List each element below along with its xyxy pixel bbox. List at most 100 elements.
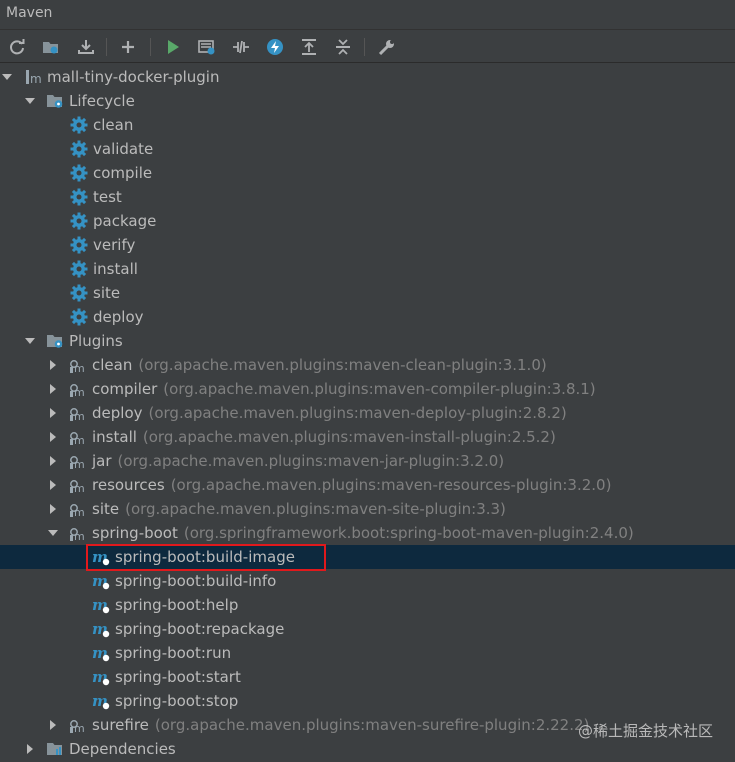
toggle-offline-icon[interactable] [230, 36, 252, 58]
tree-node-name: spring-boot:start [115, 668, 241, 686]
plugin-icon: m [69, 476, 87, 494]
expand-arrow-down-icon[interactable] [25, 96, 35, 106]
lifecycle-phase-clean[interactable]: clean [0, 113, 735, 137]
tree-node-label: Plugins [69, 332, 123, 350]
tree-node-name: clean [93, 116, 134, 134]
goal-spring-boot-repackage[interactable]: m spring-boot:repackage [0, 617, 735, 641]
plugin-spring-boot[interactable]: m spring-boot (org.springframework.boot:sp… [0, 521, 735, 545]
lifecycle-phase-install[interactable]: install [0, 257, 735, 281]
goal-spring-boot-help[interactable]: m spring-boot:help [0, 593, 735, 617]
goal-spring-boot-stop[interactable]: m spring-boot:stop [0, 689, 735, 713]
expand-arrow-right-icon[interactable] [48, 456, 58, 466]
lifecycle-phase-site[interactable]: site [0, 281, 735, 305]
tree-node-name: deploy [93, 308, 144, 326]
maven-goal-icon: m [92, 668, 110, 686]
tree-node-label: spring-boot:build-image [115, 548, 295, 566]
maven-goal-icon: m [92, 572, 110, 590]
expand-arrow-right-icon[interactable] [25, 744, 35, 754]
settings-wrench-icon[interactable] [376, 36, 398, 58]
reload-icon[interactable] [6, 36, 28, 58]
tree-node-lifecycle[interactable]: Lifecycle [0, 89, 735, 113]
tree-node-name: spring-boot [92, 524, 178, 542]
svg-text:m: m [30, 72, 42, 86]
expand-arrow-right-icon[interactable] [48, 504, 58, 514]
expand-arrow-right-icon[interactable] [48, 384, 58, 394]
tree-node-label: site (org.apache.maven.plugins:maven-site… [92, 500, 506, 518]
plugin-install[interactable]: m install (org.apache.maven.plugins:maven-… [0, 425, 735, 449]
plugin-deploy[interactable]: m deploy (org.apache.maven.plugins:maven-d… [0, 401, 735, 425]
lifecycle-phase-test[interactable]: test [0, 185, 735, 209]
toolbar-separator [106, 38, 107, 56]
goal-spring-boot-build-info[interactable]: m spring-boot:build-info [0, 569, 735, 593]
plugin-clean[interactable]: m clean (org.apache.maven.plugins:maven-cl… [0, 353, 735, 377]
add-icon[interactable] [117, 36, 139, 58]
goal-spring-boot-start[interactable]: m spring-boot:start [0, 665, 735, 689]
tree-node-project[interactable]: m mall-tiny-docker-plugin [0, 65, 735, 89]
skip-tests-icon[interactable] [264, 36, 286, 58]
expand-arrow-down-icon[interactable] [48, 528, 58, 538]
execute-goal-icon[interactable] [196, 36, 218, 58]
tree-node-label: spring-boot:stop [115, 692, 238, 710]
tree-node-label: spring-boot:start [115, 668, 241, 686]
download-icon[interactable] [75, 36, 97, 58]
tree-node-label: install (org.apache.maven.plugins:maven-i… [92, 428, 556, 446]
gear-icon [70, 188, 88, 206]
tree-node-label: spring-boot:build-info [115, 572, 276, 590]
folder-generate-icon[interactable] [40, 36, 62, 58]
gear-icon [70, 260, 88, 278]
svg-text:m: m [74, 722, 85, 734]
tree-node-label: spring-boot:help [115, 596, 238, 614]
expand-arrow-right-icon[interactable] [48, 360, 58, 370]
plugin-icon: m [69, 428, 87, 446]
maven-goal-icon: m [92, 644, 110, 662]
tree-node-plugins[interactable]: Plugins [0, 329, 735, 353]
tree-node-name: Plugins [69, 332, 123, 350]
tree-node-label: test [93, 188, 122, 206]
tree-node-name: compile [93, 164, 153, 182]
plugin-jar[interactable]: m jar (org.apache.maven.plugins:maven-jar-… [0, 449, 735, 473]
tree-node-name: site [92, 500, 120, 518]
lifecycle-phase-verify[interactable]: verify [0, 233, 735, 257]
plugin-icon: m [69, 356, 87, 374]
tree-node-label: site [93, 284, 120, 302]
expand-arrow-right-icon[interactable] [48, 432, 58, 442]
goal-spring-boot-build-image[interactable]: m spring-boot:build-image [0, 545, 735, 569]
lifecycle-phase-package[interactable]: package [0, 209, 735, 233]
svg-text:m: m [74, 386, 85, 398]
expand-arrow-right-icon[interactable] [48, 720, 58, 730]
tree-node-name: package [93, 212, 157, 230]
tree-node-name: Lifecycle [69, 92, 135, 110]
maven-goal-icon: m [92, 692, 110, 710]
show-dependencies-icon[interactable] [298, 36, 320, 58]
tree-node-label: clean (org.apache.maven.plugins:maven-cle… [92, 356, 547, 374]
tree-node-name: validate [93, 140, 154, 158]
lifecycle-phase-validate[interactable]: validate [0, 137, 735, 161]
dependencies-folder-icon [46, 740, 64, 758]
tree-node-label: install [93, 260, 138, 278]
expand-arrow-down-icon[interactable] [2, 72, 12, 82]
tree-node-label: deploy (org.apache.maven.plugins:maven-de… [92, 404, 567, 422]
goal-spring-boot-run[interactable]: m spring-boot:run [0, 641, 735, 665]
tree-node-name: deploy [92, 404, 143, 422]
svg-text:m: m [74, 434, 85, 446]
plugin-resources[interactable]: m resources (org.apache.maven.plugins:mave… [0, 473, 735, 497]
run-icon[interactable] [162, 36, 184, 58]
tree-node-label: jar (org.apache.maven.plugins:maven-jar-p… [92, 452, 504, 470]
gear-icon [70, 284, 88, 302]
svg-text:m: m [74, 506, 85, 518]
collapse-all-icon[interactable] [332, 36, 354, 58]
lifecycle-phase-deploy[interactable]: deploy [0, 305, 735, 329]
tree-node-label: compiler (org.apache.maven.plugins:maven-… [92, 380, 596, 398]
expand-arrow-right-icon[interactable] [48, 480, 58, 490]
expand-arrow-right-icon[interactable] [48, 408, 58, 418]
tree-node-label: surefire (org.apache.maven.plugins:maven-… [92, 716, 589, 734]
expand-arrow-down-icon[interactable] [25, 336, 35, 346]
lifecycle-phase-compile[interactable]: compile [0, 161, 735, 185]
tree-node-name: surefire [92, 716, 149, 734]
plugin-site[interactable]: m site (org.apache.maven.plugins:maven-sit… [0, 497, 735, 521]
svg-text:m: m [74, 362, 85, 374]
tree-node-name: install [92, 428, 137, 446]
plugin-compiler[interactable]: m compiler (org.apache.maven.plugins:maven… [0, 377, 735, 401]
tree-node-name: spring-boot:help [115, 596, 239, 614]
tree-node-label: spring-boot:run [115, 644, 231, 662]
